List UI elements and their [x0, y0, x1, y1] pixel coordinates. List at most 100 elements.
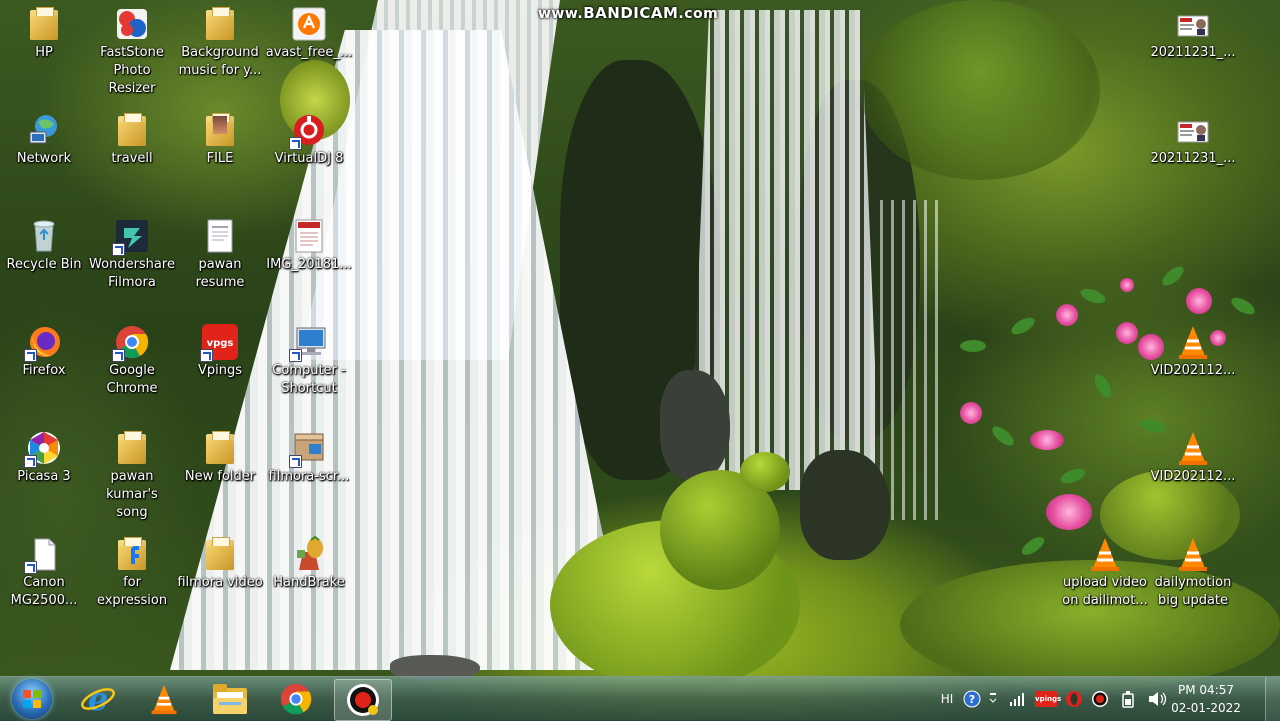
desktop-icon-20211231-a[interactable]: 20211231_...	[1150, 6, 1236, 62]
power-icon[interactable]	[1118, 689, 1138, 709]
icon-label: VID202112...	[1150, 363, 1236, 378]
desktop-icon-recycle-bin[interactable]: Recycle Bin	[1, 218, 87, 274]
windows-logo-icon	[23, 690, 41, 708]
icon-label: Wondershare Filmora	[89, 257, 175, 290]
taskbar-vlc[interactable]	[136, 679, 192, 719]
icon-label: pawan kumar's song	[106, 469, 158, 520]
folder-icon	[26, 6, 62, 42]
icon-label: Recycle Bin	[6, 257, 82, 272]
image-file-icon	[1175, 112, 1211, 148]
desktop-icon-vid-a[interactable]: VID202112...	[1150, 324, 1236, 380]
desktop-icon-upload-video[interactable]: upload video on dailimot...	[1062, 536, 1148, 610]
desktop-icon-handbrake[interactable]: HandBrake	[266, 535, 352, 592]
folder-icon	[114, 536, 150, 572]
file-explorer-icon	[213, 684, 247, 714]
desktop-icon-pawan-song[interactable]: pawan kumar's song	[89, 430, 175, 522]
desktop-icon-google-chrome[interactable]: Google Chrome	[89, 324, 175, 398]
language-indicator[interactable]: HI	[938, 689, 956, 709]
help-icon[interactable]: ?	[962, 689, 982, 709]
installer-icon	[289, 430, 327, 468]
icon-label: filmora video	[177, 575, 263, 590]
icon-label: HP	[35, 45, 53, 60]
taskbar-bandicam[interactable]	[334, 679, 392, 721]
folder-icon	[202, 6, 238, 42]
virtualdj-icon	[289, 112, 327, 150]
show-desktop-button[interactable]	[1265, 677, 1280, 721]
bandicam-icon	[347, 684, 379, 716]
picasa-icon	[24, 430, 62, 468]
vpings-tray-icon[interactable]: vpings	[1034, 689, 1061, 709]
system-clock[interactable]: PM 04:57 02-01-2022	[1166, 681, 1246, 717]
input-options-icon[interactable]	[986, 689, 1000, 709]
icon-label: Vpings	[197, 363, 243, 378]
folder-icon	[114, 112, 150, 148]
desktop-icon-hp[interactable]: HP	[1, 6, 87, 62]
icon-label: avast_free_...	[265, 45, 353, 60]
icon-label: Background music for y...	[178, 45, 262, 78]
desktop-icon-firefox[interactable]: Firefox	[1, 324, 87, 380]
vlc-icon	[1175, 324, 1211, 360]
icon-label: New folder	[184, 469, 256, 484]
icon-label: for expression	[96, 575, 168, 608]
desktop-icon-new-folder[interactable]: New folder	[177, 430, 263, 486]
image-file-icon	[1175, 6, 1211, 42]
desktop-icon-filmora-video[interactable]: filmora video	[177, 536, 263, 592]
network-signal-icon[interactable]	[1008, 689, 1026, 709]
folder-icon	[202, 430, 238, 466]
folder-icon	[202, 536, 238, 572]
desktop-icon-wondershare[interactable]: Wondershare Filmora	[89, 218, 175, 292]
desktop-icon-filmora-scr[interactable]: filmora-scr...	[266, 430, 352, 486]
vlc-icon	[1087, 536, 1123, 572]
desktop-icon-picasa[interactable]: Picasa 3	[1, 430, 87, 486]
icon-label: 20211231_...	[1150, 45, 1236, 60]
icon-label: 20211231_...	[1150, 151, 1236, 166]
desktop-icon-pawan-resume[interactable]: pawan resume	[177, 218, 263, 292]
desktop-icon-vpings[interactable]: vpgs Vpings	[177, 324, 263, 380]
desktop-icon-canon[interactable]: Canon MG2500...	[1, 536, 87, 610]
vlc-icon	[1175, 430, 1211, 466]
icon-label: filmora-scr...	[268, 469, 350, 484]
document-icon	[202, 218, 238, 254]
desktop-icon-avast[interactable]: avast_free_...	[266, 6, 352, 62]
taskbar-internet-explorer[interactable]: e	[70, 679, 126, 719]
desktop-icon-20211231-b[interactable]: 20211231_...	[1150, 112, 1236, 168]
avast-installer-icon	[291, 6, 327, 42]
icon-label: IMG_20181...	[266, 257, 352, 272]
icon-label: pawan resume	[195, 257, 245, 290]
desktop-icon-for-expression[interactable]: for expression	[89, 536, 175, 610]
network-icon	[26, 112, 62, 148]
volume-icon[interactable]	[1146, 689, 1168, 709]
opera-icon[interactable]	[1064, 689, 1084, 709]
bandicam-tray-icon[interactable]	[1090, 689, 1110, 709]
desktop-icon-virtualdj[interactable]: VirtualDJ 8	[266, 112, 352, 168]
icon-label: travell	[111, 151, 153, 166]
icon-label: VID202112...	[1150, 469, 1236, 484]
desktop-icon-faststone[interactable]: FastStone Photo Resizer	[89, 6, 175, 98]
computer-icon	[289, 324, 327, 362]
folder-icon	[202, 112, 238, 148]
bandicam-watermark: www.BANDICAM.com	[538, 4, 719, 22]
icon-label: FastStone Photo Resizer	[100, 45, 164, 96]
taskbar-file-explorer[interactable]	[202, 679, 258, 719]
desktop-icon-travell[interactable]: travell	[89, 112, 175, 168]
desktop-icon-background-music[interactable]: Background music for y...	[177, 6, 263, 80]
desktop-icon-computer-shortcut[interactable]: Computer - Shortcut	[266, 324, 352, 398]
icon-label: dailymotion big update	[1154, 575, 1232, 608]
desktop-icon-img-2018[interactable]: IMG_20181...	[266, 218, 352, 274]
vlc-icon	[1175, 536, 1211, 572]
desktop-icon-dailymotion[interactable]: dailymotion big update	[1150, 536, 1236, 610]
document-icon	[24, 536, 62, 574]
start-button[interactable]	[12, 679, 52, 719]
desktop-icon-file[interactable]: FILE	[177, 112, 263, 168]
desktop-icon-network[interactable]: Network	[1, 112, 87, 168]
recycle-bin-icon	[26, 218, 62, 254]
taskbar: e HI ? vpings PM 04:57 02-01-2022	[0, 676, 1280, 721]
icon-label: upload video on dailimot...	[1062, 575, 1148, 608]
image-file-icon	[291, 218, 327, 254]
taskbar-chrome[interactable]	[268, 679, 324, 719]
desktop-icon-vid-b[interactable]: VID202112...	[1150, 430, 1236, 486]
handbrake-icon	[291, 535, 327, 572]
vpings-tray-label: vpings	[1035, 691, 1061, 707]
icon-label: VirtualDJ 8	[274, 151, 344, 166]
folder-icon	[114, 430, 150, 466]
